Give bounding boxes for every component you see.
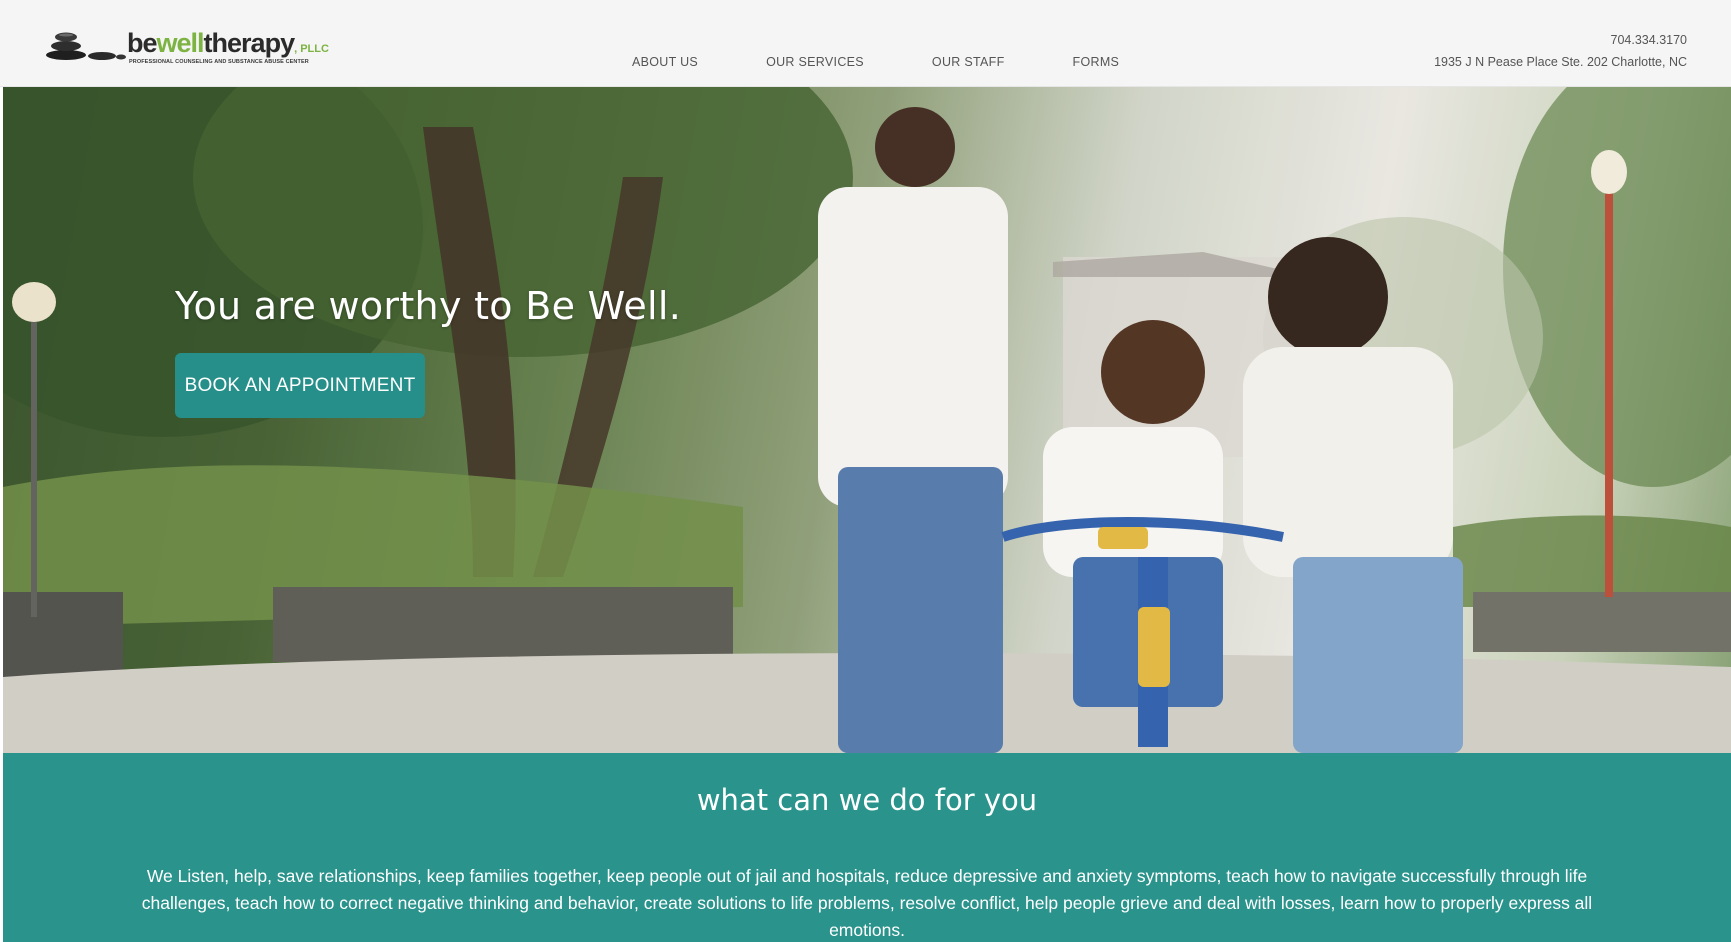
section-title: what can we do for you: [696, 783, 1038, 817]
nav-our-services[interactable]: OUR SERVICES: [766, 55, 864, 69]
stacked-stones-icon: [46, 32, 126, 60]
book-appointment-button[interactable]: BOOK AN APPOINTMENT: [175, 353, 425, 418]
logo-tagline: PROFESSIONAL COUNSELING AND SUBSTANCE AB…: [129, 59, 309, 65]
site-header: bewelltherapy, PLLC PROFESSIONAL COUNSEL…: [0, 0, 1731, 87]
site-logo[interactable]: bewelltherapy, PLLC PROFESSIONAL COUNSEL…: [46, 26, 329, 72]
nav-forms[interactable]: FORMS: [1073, 55, 1120, 69]
nav-about-us[interactable]: ABOUT US: [632, 55, 698, 69]
section-body: We Listen, help, save relationships, kee…: [141, 866, 1593, 940]
hero-banner: You are worthy to Be Well. BOOK AN APPOI…: [3, 87, 1731, 753]
header-contact: 704.334.3170 1935 J N Pease Place Ste. 2…: [1434, 33, 1687, 69]
phone-number[interactable]: 704.334.3170: [1434, 33, 1687, 47]
services-section: what can we do for you We Listen, help, …: [3, 753, 1731, 942]
logo-be: be: [127, 28, 157, 58]
hero-title: You are worthy to Be Well.: [175, 284, 682, 328]
logo-therapy: therapy: [203, 28, 296, 58]
logo-wordmark: bewelltherapy, PLLC: [127, 30, 329, 57]
nav-our-staff[interactable]: OUR STAFF: [932, 55, 1005, 69]
main-nav: ABOUT US OUR SERVICES OUR STAFF FORMS: [632, 55, 1187, 69]
logo-pllc: , PLLC: [294, 43, 329, 55]
hero-photo: [3, 87, 1731, 753]
address: 1935 J N Pease Place Ste. 202 Charlotte,…: [1434, 55, 1687, 69]
logo-well: well: [156, 28, 205, 58]
